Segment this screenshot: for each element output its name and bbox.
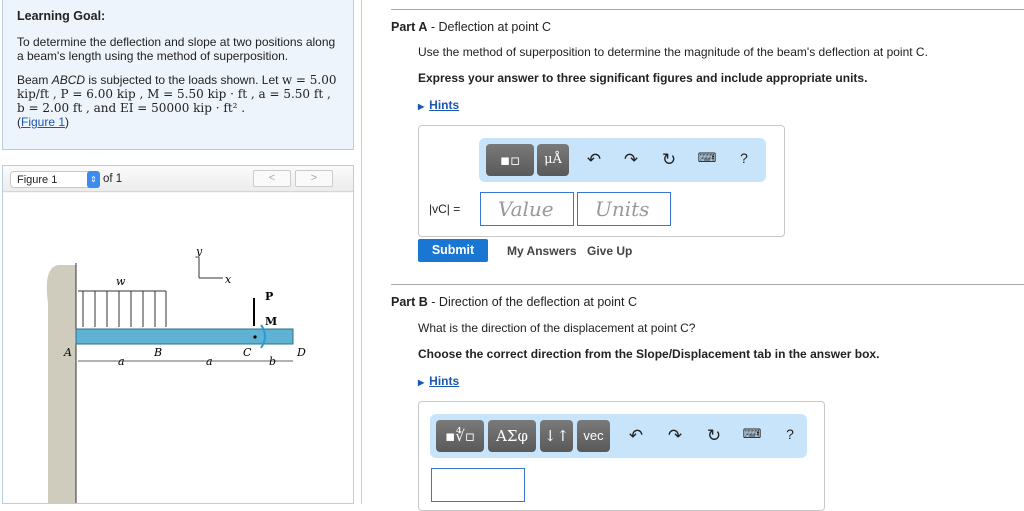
next-figure-button[interactable]: > — [295, 170, 333, 187]
prev-figure-button[interactable]: < — [253, 170, 291, 187]
triangle-right-icon: ▶ — [418, 102, 425, 111]
part-b-instructions: Choose the correct direction from the Sl… — [418, 347, 880, 361]
help-icon[interactable]: ? — [734, 150, 754, 166]
left-panel: Learning Goal: To determine the deflecti… — [0, 0, 362, 504]
label-C: C — [243, 346, 252, 359]
part-a-header: Part A - Deflection at point C — [391, 9, 1024, 34]
templates-button[interactable]: ▪∜▫ — [436, 420, 484, 452]
beam — [75, 328, 294, 345]
goal-intro: To determine the deflection and slope at… — [17, 35, 336, 63]
direction-input[interactable] — [431, 468, 525, 502]
beam-figure: w y x P M A B C D a a b — [3, 193, 353, 503]
label-b: b — [269, 355, 276, 368]
math-toolbar: ▪▫ μÅ ↶ ↷ ↻ ⌨ ? — [479, 138, 766, 182]
label-w: w — [116, 275, 126, 288]
part-a-answer-box: ▪▫ μÅ ↶ ↷ ↻ ⌨ ? |vC| = Value Units — [418, 125, 785, 237]
figure-select-value: Figure 1 — [17, 174, 58, 186]
right-panel: Part A - Deflection at point C Use the m… — [363, 0, 1024, 511]
my-answers-link[interactable]: My Answers — [507, 244, 577, 258]
label-A: A — [63, 346, 72, 359]
part-b-title: - Direction of the deflection at point C — [427, 295, 637, 309]
wall — [46, 265, 76, 503]
give-up-link[interactable]: Give Up — [587, 244, 632, 258]
label-y: y — [195, 245, 203, 258]
units-input[interactable]: Units — [577, 192, 671, 226]
arrows-button[interactable]: ↓↑ — [540, 420, 573, 452]
undo-icon[interactable]: ↶ — [584, 150, 604, 170]
vc-label: |vC| = — [429, 202, 461, 216]
label-B: B — [153, 346, 162, 359]
part-b-header: Part B - Direction of the deflection at … — [391, 284, 1024, 309]
part-a-label: Part A — [391, 20, 428, 34]
label-x: x — [225, 273, 232, 286]
label-a2: a — [206, 355, 213, 368]
keyboard-icon[interactable]: ⌨ — [742, 426, 762, 442]
math-toolbar: ▪∜▫ ΑΣφ ↓↑ vec ↶ ↷ ↻ ⌨ ? — [430, 414, 807, 458]
distributed-load-arrows — [82, 291, 167, 327]
beam-name: ABCD — [51, 73, 86, 87]
text: is subjected to the loads shown. Let — [85, 73, 282, 87]
part-a-question: Use the method of superposition to deter… — [418, 45, 928, 59]
reset-icon[interactable]: ↻ — [704, 426, 724, 446]
triangle-right-icon: ▶ — [418, 378, 425, 387]
part-a-hints[interactable]: ▶ Hints — [418, 98, 459, 112]
units-button[interactable]: μÅ — [537, 144, 569, 176]
keyboard-icon[interactable]: ⌨ — [697, 150, 717, 166]
figure-count: of 1 — [103, 173, 123, 185]
part-b-question: What is the direction of the displacemen… — [418, 321, 696, 335]
label-P: P — [265, 290, 273, 303]
greek-button[interactable]: ΑΣφ — [488, 420, 536, 452]
vec-button[interactable]: vec — [577, 420, 610, 452]
hints-link[interactable]: Hints — [429, 98, 459, 112]
figure-select[interactable]: Figure 1 ⇕ — [10, 171, 100, 188]
help-icon[interactable]: ? — [780, 426, 800, 442]
label-D: D — [296, 346, 306, 359]
part-a-instructions: Express your answer to three significant… — [418, 71, 868, 85]
undo-icon[interactable]: ↶ — [626, 426, 646, 446]
goal-problem: Beam ABCD is subjected to the loads show… — [17, 73, 337, 129]
redo-icon[interactable]: ↷ — [665, 426, 685, 446]
learning-goal: Learning Goal: To determine the deflecti… — [2, 0, 354, 150]
figure-toolbar: Figure 1 ⇕ of 1 < > — [3, 166, 353, 192]
hints-link[interactable]: Hints — [429, 374, 459, 388]
part-b-hints[interactable]: ▶ Hints — [418, 374, 459, 388]
part-b-answer-box: ▪∜▫ ΑΣφ ↓↑ vec ↶ ↷ ↻ ⌨ ? — [418, 401, 825, 511]
part-a-title: - Deflection at point C — [427, 20, 552, 34]
label-M: M — [265, 315, 277, 328]
label-a1: a — [118, 355, 125, 368]
chevron-updown-icon: ⇕ — [87, 171, 100, 188]
learning-goal-title: Learning Goal: — [17, 9, 106, 23]
reset-icon[interactable]: ↻ — [659, 150, 679, 170]
figure-panel: Figure 1 ⇕ of 1 < > w y x P M A B C D a a… — [2, 165, 354, 504]
value-input[interactable]: Value — [480, 192, 574, 226]
figure-link[interactable]: Figure 1 — [21, 115, 65, 129]
text: Beam — [17, 73, 52, 87]
redo-icon[interactable]: ↷ — [621, 150, 641, 170]
part-b-label: Part B — [391, 295, 428, 309]
templates-button[interactable]: ▪▫ — [486, 144, 534, 176]
submit-button[interactable]: Submit — [418, 239, 488, 262]
